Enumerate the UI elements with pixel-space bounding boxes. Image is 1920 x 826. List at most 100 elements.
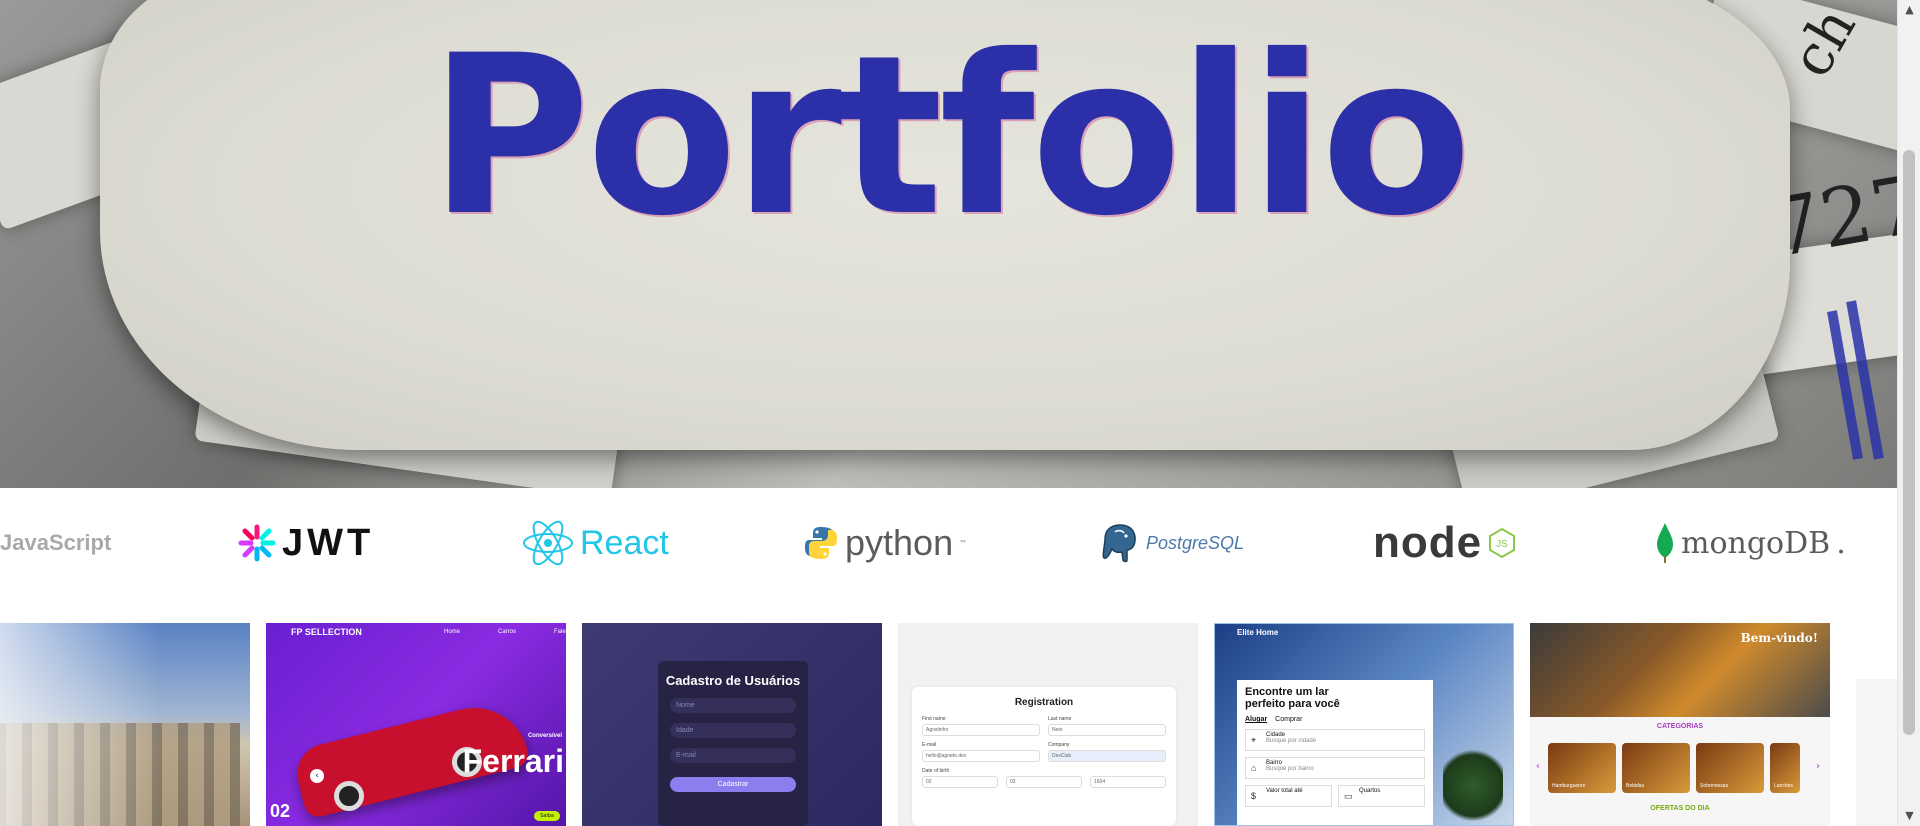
email-input[interactable]: hello@agneto.dev [922, 750, 1040, 762]
category-label: Lanches [1774, 783, 1793, 789]
city-field[interactable]: ⌖ Cidade Busque por cidade [1245, 729, 1425, 751]
registration-form: Registration First name Agostinho Last n… [912, 687, 1176, 826]
ferrari-headline: Ferrari [462, 743, 564, 779]
tab-comprar[interactable]: Comprar [1275, 716, 1302, 723]
elite-headline-1: Encontre um lar [1245, 686, 1329, 698]
last-name-label: Last name [1048, 716, 1072, 722]
email-field[interactable]: E-mail [670, 748, 796, 763]
house-icon: ⌂ [1251, 763, 1257, 773]
welcome-title: Bem-vindo! [1740, 631, 1818, 645]
dob-year-select[interactable]: 1604 [1090, 776, 1166, 788]
trademark-mark: ™ [959, 538, 968, 548]
category-label: Sobremesas [1700, 783, 1729, 789]
tech-item-mongodb: mongoDB. [1655, 518, 1846, 568]
portfolio-page: 727 ch Portfolio JavaScript JWT React py… [0, 0, 1920, 826]
slide-number: 02 [270, 801, 291, 821]
categories-title: CATEGORIAS [1656, 723, 1704, 730]
project-card-ferrari[interactable]: FP SELLECTION Home Carros Fale ‹ Convers… [266, 623, 566, 826]
dob-month-select[interactable]: 03 [1006, 776, 1082, 788]
plant-image [1443, 744, 1503, 825]
category-label: Hamburgueres [1552, 783, 1586, 789]
age-field[interactable]: Idade [670, 723, 796, 738]
nodejs-logo-text: node [1373, 518, 1483, 567]
district-placeholder: Busque por bairro [1266, 766, 1314, 772]
project-card-partial[interactable] [1856, 679, 1897, 826]
bed-icon: ▭ [1344, 791, 1353, 801]
projects-carousel: FP SELLECTION Home Carros Fale ‹ Convers… [0, 623, 1897, 826]
district-field[interactable]: ⌂ Bairro Busque por bairro [1245, 757, 1425, 779]
project-card-burger[interactable]: Bem-vindo! CATEGORIAS ‹ Hamburgueres Beb… [1530, 623, 1830, 826]
city-placeholder: Busque por cidade [1266, 738, 1317, 744]
project-card-elite-home[interactable]: Elite Home Encontre um lar perfeito para… [1214, 623, 1514, 826]
tech-item-react: React [522, 518, 669, 568]
react-icon [523, 520, 573, 566]
register-button[interactable]: Cadastrar [670, 777, 796, 792]
project-card-rome[interactable] [0, 623, 250, 826]
next-category-icon[interactable]: › [1816, 761, 1820, 772]
mongodb-logo-text: mongoDB [1681, 525, 1831, 561]
jwt-icon [238, 524, 276, 562]
offers-title: OFERTAS DO DIA [1650, 805, 1710, 812]
company-input[interactable]: DevClub [1048, 750, 1166, 762]
ferrari-nav-fale[interactable]: Fale [554, 629, 566, 635]
last-name-input[interactable]: Neto [1048, 724, 1166, 736]
money-icon: $ [1251, 791, 1257, 801]
elite-headline-2: perfeito para você [1245, 698, 1340, 710]
mongodb-dot: . [1836, 525, 1846, 561]
tech-item-postgresql: PostgreSQL [1100, 518, 1244, 568]
nodejs-hexagon-icon: JS [1489, 527, 1516, 559]
dob-day-select[interactable]: 02 [922, 776, 998, 788]
category-lanches[interactable]: Lanches [1770, 743, 1800, 793]
postgresql-elephant-icon [1102, 524, 1136, 563]
registration-title: Registration [1014, 697, 1074, 708]
signup-title: Cadastro de Usuários [665, 673, 801, 688]
mongodb-leaf-icon [1657, 523, 1673, 563]
tech-item-python: python ™ [803, 518, 967, 568]
react-logo-text: React [580, 523, 669, 562]
tech-item-javascript: JavaScript [0, 518, 111, 568]
scrollbar-thumb[interactable] [1903, 150, 1915, 735]
hero-banner: 727 ch Portfolio [0, 0, 1897, 488]
project-card-registration[interactable]: Registration First name Agostinho Last n… [898, 623, 1198, 826]
tech-stack-carousel: JavaScript JWT React python ™ PostgreSQL… [0, 488, 1897, 593]
category-label: Bebidas [1626, 783, 1645, 789]
tab-alugar[interactable]: Alugar [1245, 716, 1267, 723]
elite-home-brand: Elite Home [1237, 628, 1279, 637]
tech-item-jwt: JWT [238, 518, 374, 568]
car-wheel [334, 781, 364, 811]
javascript-logo: JavaScript [0, 530, 112, 555]
project-card-cadastro[interactable]: Cadastro de Usuários Nome Idade E-mail C… [582, 623, 882, 826]
scroll-down-arrow-icon[interactable]: ▼ [1898, 806, 1920, 826]
postgresql-logo-text: PostgreSQL [1146, 532, 1245, 553]
home-search-panel: Encontre um lar perfeito para você Aluga… [1237, 680, 1433, 825]
ferrari-nav-carros[interactable]: Carros [498, 629, 516, 635]
signup-form: Cadastro de Usuários Nome Idade E-mail C… [658, 661, 808, 826]
scroll-up-arrow-icon[interactable]: ▲ [1898, 0, 1920, 20]
rooms-field[interactable]: ▭ Quartos [1338, 785, 1425, 807]
vertical-scrollbar[interactable]: ▲ ▼ [1897, 0, 1920, 826]
rooms-label: Quartos [1359, 788, 1381, 794]
first-name-input[interactable]: Agostinho [922, 724, 1040, 736]
card-fade-overlay [0, 623, 250, 826]
jwt-logo-text: JWT [282, 521, 375, 564]
category-hamburgueres[interactable]: Hamburgueres [1548, 743, 1616, 793]
email-label: E-mail [922, 742, 937, 748]
hero-title: Portfolio [429, 8, 1472, 264]
location-pin-icon: ⌖ [1251, 735, 1257, 745]
ferrari-subtitle: Conversível [527, 733, 562, 739]
category-bebidas[interactable]: Bebidas [1622, 743, 1690, 793]
python-logo-text: python [845, 522, 954, 563]
first-name-label: First name [922, 716, 946, 722]
prev-category-icon[interactable]: ‹ [1536, 761, 1540, 772]
max-value-field[interactable]: $ Valor total até [1245, 785, 1332, 807]
company-label: Company [1048, 742, 1070, 748]
prev-arrow-icon[interactable]: ‹ [310, 769, 324, 783]
ferrari-brand: FP SELLECTION [291, 627, 362, 637]
dob-label: Date of birth [922, 768, 950, 774]
ferrari-cta-button[interactable]: Saiba [534, 811, 560, 821]
max-value-label: Valor total até [1266, 788, 1303, 794]
python-icon [805, 527, 837, 559]
name-field[interactable]: Nome [670, 698, 796, 713]
category-sobremesas[interactable]: Sobremesas [1696, 743, 1764, 793]
ferrari-nav-home[interactable]: Home [444, 629, 460, 635]
